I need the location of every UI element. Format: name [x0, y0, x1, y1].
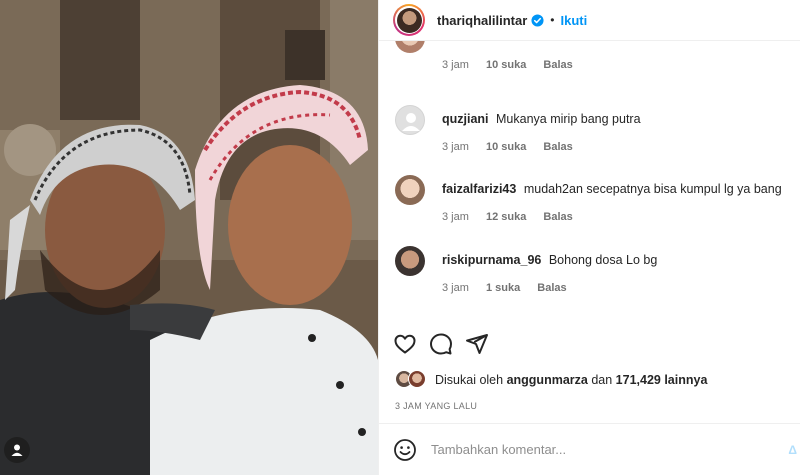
- comment-likes[interactable]: 10 suka: [486, 59, 526, 71]
- comment-avatar[interactable]: [395, 246, 425, 276]
- comment-avatar[interactable]: [395, 175, 425, 205]
- comment-time: 3 jam: [442, 59, 469, 71]
- post-timestamp[interactable]: 3 JAM YANG LALU: [395, 401, 477, 411]
- comment-text: Bohong dosa Lo bg: [548, 253, 658, 267]
- comment-text: mudah2an secepatnya bisa kumpul lg ya ba…: [523, 182, 782, 196]
- comment-text: Mukanya mirip bang putra: [496, 112, 641, 126]
- comment-reply-button[interactable]: Balas: [543, 141, 572, 153]
- author-username[interactable]: thariqhalilintar: [437, 13, 527, 28]
- post-photo-image: [0, 0, 378, 475]
- comment-time: 3 jam: [442, 141, 469, 153]
- comment-likes[interactable]: 10 suka: [486, 141, 526, 153]
- comment-likes[interactable]: 1 suka: [486, 282, 520, 294]
- comment-avatar[interactable]: [395, 105, 425, 135]
- add-comment-bar: Δ: [379, 423, 800, 475]
- liked-by-middle: dan: [591, 373, 613, 387]
- comment-reply-button[interactable]: Balas: [537, 282, 566, 294]
- post-photo[interactable]: [0, 0, 378, 475]
- liked-by-user[interactable]: anggunmarza: [507, 373, 588, 387]
- comment-username[interactable]: faizalfarizi43: [442, 182, 516, 196]
- comment-time: 3 jam: [442, 211, 469, 223]
- comment-input[interactable]: [431, 442, 751, 457]
- share-send-icon[interactable]: [465, 332, 489, 356]
- like-heart-icon[interactable]: [393, 332, 417, 356]
- comment-likes[interactable]: 12 suka: [486, 211, 526, 223]
- verified-badge-icon: [531, 13, 544, 27]
- default-avatar-icon: [402, 113, 420, 131]
- comments-list[interactable]: 3 jam 10 suka Balas quzjiani Mukanya mir…: [379, 40, 800, 316]
- follow-button[interactable]: Ikuti: [561, 13, 588, 28]
- header-separator: •: [550, 13, 555, 27]
- post-details-panel: thariqhalilintar • Ikuti 3 jam 10 suka B…: [378, 0, 800, 475]
- post-header: thariqhalilintar • Ikuti: [379, 0, 800, 40]
- comment-reply-button[interactable]: Balas: [543, 211, 572, 223]
- comment-time: 3 jam: [442, 282, 469, 294]
- comment-username[interactable]: quzjiani: [442, 112, 489, 126]
- comment-reply-button[interactable]: Balas: [543, 59, 572, 71]
- person-tag-icon[interactable]: [4, 437, 30, 463]
- emoji-icon[interactable]: [393, 438, 417, 462]
- post-actions: [393, 330, 489, 358]
- comment-avatar[interactable]: [395, 41, 425, 53]
- post-comment-button[interactable]: Δ: [788, 443, 797, 457]
- liked-by-summary: Disukai oleh anggunmarza dan 171,429 lai…: [395, 370, 707, 390]
- author-avatar[interactable]: [393, 4, 425, 36]
- comment-bubble-icon[interactable]: [429, 332, 453, 356]
- liked-by-prefix: Disukai oleh: [435, 373, 504, 387]
- liked-by-avatars[interactable]: [395, 370, 431, 390]
- comment-username[interactable]: riskipurnama_96: [442, 253, 541, 267]
- liked-by-count[interactable]: 171,429 lainnya: [616, 373, 708, 387]
